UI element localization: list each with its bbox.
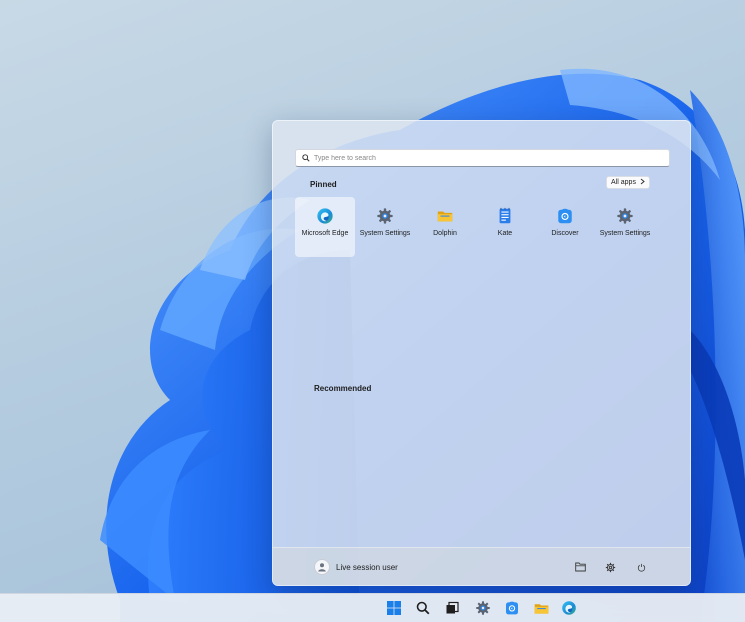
search-icon: [299, 150, 313, 166]
taskbar-app-dolphin[interactable]: [530, 597, 552, 619]
taskbar-app-system-settings[interactable]: [472, 597, 494, 619]
user-icon: [318, 563, 326, 572]
pinned-app-discover[interactable]: Discover: [535, 197, 595, 257]
taskbar-app-discover[interactable]: [501, 597, 523, 619]
store-icon: [556, 207, 574, 225]
avatar: [314, 559, 330, 575]
taskbar-search-button[interactable]: [412, 597, 434, 619]
start-icon: [387, 601, 401, 615]
task-view-icon: [446, 601, 459, 614]
pinned-app-microsoft-edge[interactable]: Microsoft Edge: [295, 197, 355, 257]
search-box[interactable]: [295, 149, 670, 167]
pinned-app-system-settings[interactable]: System Settings: [355, 197, 415, 257]
all-apps-label: All apps: [611, 179, 636, 186]
chevron-right-icon: [640, 178, 645, 187]
power-icon[interactable]: [635, 561, 647, 573]
folder-icon: [534, 603, 548, 614]
pinned-apps-grid: Microsoft Edge System Settings Dolphin K…: [295, 197, 669, 257]
pinned-title: Pinned: [310, 180, 337, 189]
search-icon: [416, 601, 430, 615]
all-apps-button[interactable]: All apps: [606, 176, 650, 189]
app-label: System Settings: [359, 230, 411, 237]
gear-icon: [616, 207, 634, 225]
start-menu-footer: Live session user: [273, 547, 690, 585]
app-label: Microsoft Edge: [301, 230, 349, 237]
app-label: Dolphin: [433, 230, 457, 237]
text-editor-icon: [496, 207, 514, 225]
user-name: Live session user: [336, 562, 398, 572]
settings-icon[interactable]: [604, 561, 616, 573]
pinned-app-kate[interactable]: Kate: [475, 197, 535, 257]
app-label: Kate: [497, 230, 513, 237]
task-view-button[interactable]: [441, 597, 463, 619]
store-icon: [506, 601, 518, 615]
pinned-app-system-settings[interactable]: System Settings: [595, 197, 655, 257]
app-label: Discover: [551, 230, 579, 237]
taskbar: [0, 593, 745, 622]
edge-icon: [316, 207, 334, 225]
start-button[interactable]: [383, 597, 405, 619]
taskbar-app-microsoft-edge[interactable]: [558, 597, 580, 619]
start-menu: Pinned All apps Microsoft Edge: [272, 120, 691, 586]
search-input[interactable]: [313, 151, 654, 165]
file-explorer-icon[interactable]: [574, 561, 586, 573]
app-label: System Settings: [599, 230, 651, 237]
user-account-button[interactable]: Live session user: [314, 558, 398, 576]
gear-icon: [476, 601, 490, 615]
folder-icon: [436, 207, 454, 225]
edge-icon: [562, 601, 576, 615]
pinned-app-dolphin[interactable]: Dolphin: [415, 197, 475, 257]
recommended-title: Recommended: [314, 384, 372, 393]
gear-icon: [376, 207, 394, 225]
